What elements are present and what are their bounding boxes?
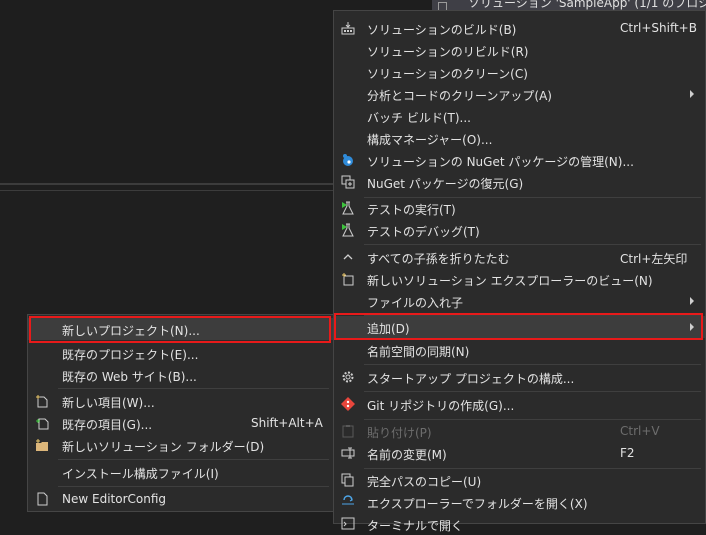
menu-item-label: ターミナルで開く <box>367 519 464 533</box>
menu-item-label: ソリューションの NuGet パッケージの管理(N)... <box>367 155 634 169</box>
submenu-item-new-solution-folder[interactable]: 新しいソリューション フォルダー(D) <box>28 434 333 456</box>
menu-item-label: 貼り付け(P) <box>367 426 432 440</box>
menu-item-restore-nuget[interactable]: NuGet パッケージの復元(G) <box>334 171 705 193</box>
submenu-arrow-icon <box>690 90 694 98</box>
menu-item-debug-tests[interactable]: テストのデバッグ(T) <box>334 219 705 241</box>
menu-item-label: 新しいプロジェクト(N)... <box>62 324 200 338</box>
nuget-icon <box>343 154 353 166</box>
menu-item-label: エクスプローラーでフォルダーを開く(X) <box>367 497 588 511</box>
menu-item-analyze-cleanup[interactable]: 分析とコードのクリーンアップ(A) <box>334 83 705 105</box>
menu-item-label: 既存のプロジェクト(E)... <box>62 348 199 362</box>
menu-item-label: 既存の項目(G)... <box>62 418 153 432</box>
menu-item-label: 分析とコードのクリーンアップ(A) <box>367 89 552 103</box>
menu-item-label: NuGet パッケージの復元(G) <box>367 177 524 191</box>
menu-item-label: 名前の変更(M) <box>367 448 447 462</box>
menu-item-label: 構成マネージャー(O)... <box>367 133 493 147</box>
menu-item-sync-namespaces[interactable]: 名前空間の同期(N) <box>334 339 705 361</box>
menu-item-label: テストのデバッグ(T) <box>367 225 480 239</box>
submenu-arrow-icon <box>690 323 694 331</box>
menu-item-rebuild-solution[interactable]: ソリューションのリビルド(R) <box>334 39 705 61</box>
menu-item-label: スタートアップ プロジェクトの構成... <box>367 372 575 386</box>
submenu-item-new-project[interactable]: 新しいプロジェクト(N)... <box>28 318 333 340</box>
menu-item-run-tests[interactable]: テストの実行(T) <box>334 197 705 219</box>
menu-item-shortcut: Ctrl+左矢印 <box>620 252 688 266</box>
submenu-item-new-item[interactable]: 新しい項目(W)... <box>28 390 333 412</box>
panel-divider <box>0 183 334 185</box>
menu-item-label: Git リポジトリの作成(G)... <box>367 399 515 413</box>
panel-divider-2 <box>0 190 334 191</box>
menu-item-open-in-terminal[interactable]: ターミナルで開く <box>334 513 705 535</box>
submenu-item-install-config[interactable]: インストール構成ファイル(I) <box>28 461 333 483</box>
menu-item-label: 新しいソリューション フォルダー(D) <box>62 440 265 454</box>
menu-item-label: 完全パスのコピー(U) <box>367 475 482 489</box>
menu-item-shortcut: F2 <box>620 446 635 460</box>
menu-item-label: バッチ ビルド(T)... <box>367 111 471 125</box>
new-item-icon <box>36 395 48 408</box>
gear-icon <box>342 371 354 383</box>
menu-separator <box>58 459 329 460</box>
menu-item-label: 新しい項目(W)... <box>62 396 155 410</box>
menu-item-label: ファイルの入れ子 <box>367 296 464 310</box>
menu-item-label: インストール構成ファイル(I) <box>62 467 219 481</box>
menu-item-configure-startup[interactable]: スタートアップ プロジェクトの構成... <box>334 366 705 388</box>
editorconfig-icon <box>37 492 48 506</box>
solution-context-menu: ソリューションのビルド(B) Ctrl+Shift+B ソリューションのリビルド… <box>333 10 706 533</box>
menu-item-add[interactable]: 追加(D) <box>334 316 705 338</box>
menu-separator <box>364 391 701 392</box>
menu-item-shortcut: Shift+Alt+A <box>251 416 323 430</box>
restore-packages-icon <box>341 175 355 189</box>
submenu-item-new-editorconfig[interactable]: New EditorConfig <box>28 488 333 510</box>
menu-item-label: 既存の Web サイト(B)... <box>62 370 197 384</box>
submenu-item-existing-website[interactable]: 既存の Web サイト(B)... <box>28 364 333 386</box>
copy-path-icon <box>341 473 354 487</box>
menu-item-collapse-all[interactable]: すべての子孫を折りたたむ Ctrl+左矢印 <box>334 246 705 268</box>
menu-separator <box>364 364 701 365</box>
git-icon <box>341 397 355 411</box>
build-solution-icon <box>341 22 355 35</box>
add-submenu: 新しいプロジェクト(N)... 既存のプロジェクト(E)... 既存の Web … <box>27 314 334 512</box>
menu-item-label: ソリューションのクリーン(C) <box>367 67 528 81</box>
new-view-icon <box>342 273 354 286</box>
submenu-item-existing-item[interactable]: 既存の項目(G)... Shift+Alt+A <box>28 412 333 434</box>
menu-separator <box>58 486 329 487</box>
menu-item-build-solution[interactable]: ソリューションのビルド(B) Ctrl+Shift+B <box>334 17 705 39</box>
debug-tests-icon <box>342 223 354 237</box>
menu-item-label: 追加(D) <box>367 322 410 336</box>
new-folder-icon <box>36 439 48 451</box>
menu-item-create-git-repo[interactable]: Git リポジトリの作成(G)... <box>334 393 705 415</box>
menu-item-label: 新しいソリューション エクスプローラーのビュー(N) <box>367 274 653 288</box>
menu-separator <box>364 244 701 245</box>
rename-icon <box>341 447 355 459</box>
menu-item-paste[interactable]: 貼り付け(P) Ctrl+V <box>334 420 705 442</box>
menu-item-label: テストの実行(T) <box>367 203 456 217</box>
existing-item-icon <box>36 418 49 430</box>
open-folder-icon <box>342 495 354 505</box>
terminal-icon <box>341 517 355 530</box>
menu-item-shortcut: Ctrl+V <box>620 424 660 438</box>
submenu-item-existing-project[interactable]: 既存のプロジェクト(E)... <box>28 342 333 364</box>
menu-item-copy-full-path[interactable]: 完全パスのコピー(U) <box>334 469 705 491</box>
paste-icon <box>342 425 354 438</box>
menu-item-open-in-explorer[interactable]: エクスプローラーでフォルダーを開く(X) <box>334 491 705 513</box>
menu-item-manage-nuget[interactable]: ソリューションの NuGet パッケージの管理(N)... <box>334 149 705 171</box>
menu-item-label: すべての子孫を折りたたむ <box>367 252 510 266</box>
menu-item-shortcut: Ctrl+Shift+B <box>620 21 697 35</box>
menu-item-configuration-manager[interactable]: 構成マネージャー(O)... <box>334 127 705 149</box>
menu-separator <box>58 388 329 389</box>
menu-item-clean-solution[interactable]: ソリューションのクリーン(C) <box>334 61 705 83</box>
menu-item-file-nesting[interactable]: ファイルの入れ子 <box>334 290 705 312</box>
submenu-arrow-icon <box>690 297 694 305</box>
menu-item-label: 名前空間の同期(N) <box>367 345 470 359</box>
menu-item-rename[interactable]: 名前の変更(M) F2 <box>334 442 705 464</box>
menu-item-label: ソリューションのビルド(B) <box>367 23 517 37</box>
collapse-icon <box>343 254 353 260</box>
menu-item-batch-build[interactable]: バッチ ビルド(T)... <box>334 105 705 127</box>
menu-item-label: ソリューションのリビルド(R) <box>367 45 529 59</box>
menu-item-new-explorer-view[interactable]: 新しいソリューション エクスプローラーのビュー(N) <box>334 268 705 290</box>
run-tests-icon <box>342 201 354 215</box>
menu-item-label: New EditorConfig <box>62 492 167 506</box>
